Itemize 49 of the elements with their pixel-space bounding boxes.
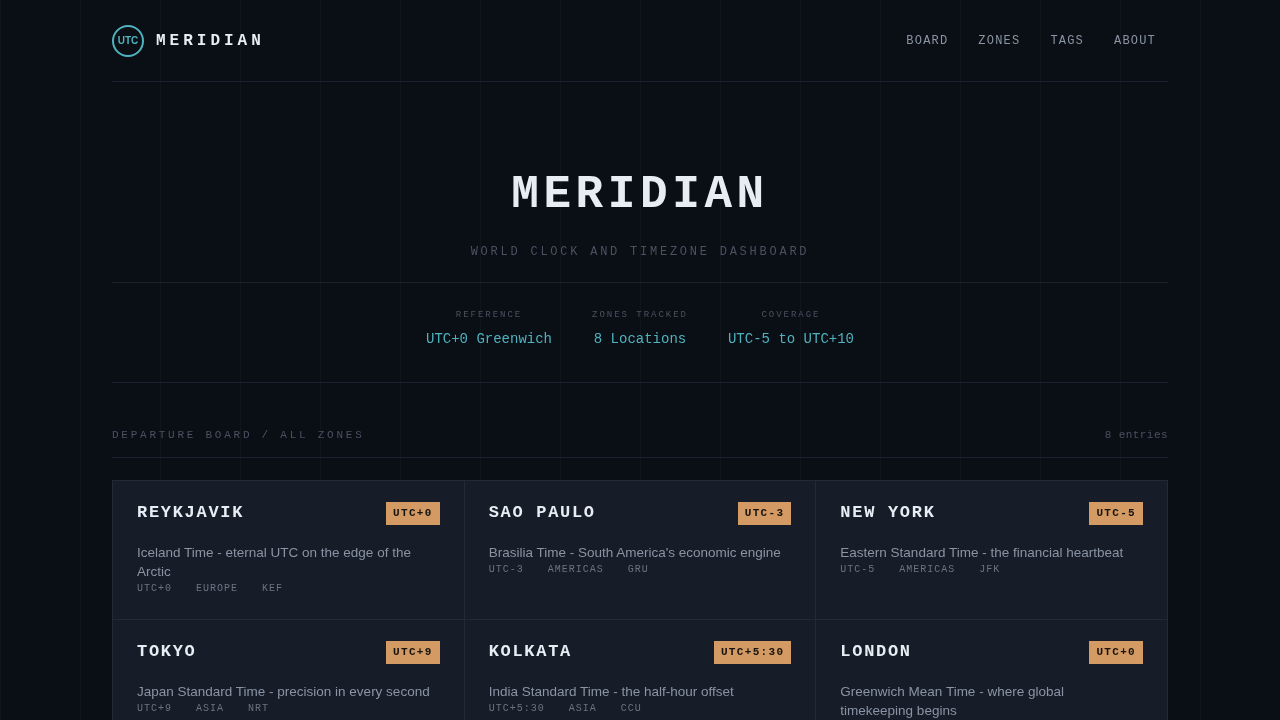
zone-attribute: UTC+5:30 bbox=[488, 701, 545, 716]
zone-description: Brasilia Time - South America's economic engine bbox=[488, 543, 782, 562]
hero-title: MERIDIAN bbox=[511, 168, 769, 222]
stat-label: REFERENCE bbox=[455, 309, 523, 321]
zone-description: Japan Standard Time - precision in every second bbox=[137, 682, 431, 701]
nav-link[interactable]: BOARD bbox=[894, 25, 961, 56]
zone-attribute: AMERICAS bbox=[899, 562, 956, 577]
city-name: LONDON bbox=[840, 641, 912, 663]
section-title: DEPARTURE BOARD / ALL ZONES bbox=[112, 428, 365, 443]
zone-description: Iceland Time - eternal UTC on the edge of the Arctic bbox=[137, 543, 412, 581]
stat-label: ZONES TRACKED bbox=[592, 309, 688, 321]
zone-attribute: UTC+0 bbox=[137, 581, 172, 596]
zone-attribute: CCU bbox=[620, 701, 642, 716]
timezone-offset: UTC-3 bbox=[737, 501, 792, 525]
city-name: NEW YORK bbox=[840, 502, 936, 524]
nav-link[interactable]: ZONES bbox=[966, 25, 1033, 56]
zone-attribute: UTC-3 bbox=[488, 562, 524, 577]
city-name: REYKJAVIK bbox=[137, 502, 245, 524]
city-name: SAO PAULO bbox=[488, 502, 596, 524]
entry-count: 8 entries bbox=[1104, 428, 1168, 443]
timezone-offset: UTC+0 bbox=[386, 501, 440, 525]
nav-link[interactable]: ABOUT bbox=[1102, 25, 1168, 56]
zone-attribute: UTC+9 bbox=[137, 701, 172, 716]
timezone-offset: UTC-5 bbox=[1089, 501, 1143, 525]
hero-subtitle: WORLD CLOCK AND TIMEZONE DASHBOARD bbox=[470, 244, 810, 260]
brand-name: MERIDIAN bbox=[156, 30, 265, 52]
logo-mark: UTC bbox=[112, 24, 144, 57]
stat-value: UTC-5 to UTC+10 bbox=[727, 330, 854, 348]
zone-description: India Standard Time - the half-hour offset bbox=[488, 682, 735, 701]
zone-description: Eastern Standard Time - the financial heartbeat bbox=[840, 543, 1125, 562]
stat-label: COVERAGE bbox=[761, 309, 821, 321]
timezone-offset: UTC+9 bbox=[386, 640, 440, 664]
zone-attribute: GRU bbox=[627, 562, 649, 577]
zone-description: Greenwich Mean Time - where global timekeeping begins bbox=[840, 682, 1065, 720]
zone-attribute: KEF bbox=[262, 581, 284, 596]
nav-link[interactable]: TAGS bbox=[1038, 25, 1096, 56]
zone-attribute: ASIA bbox=[568, 701, 597, 716]
zone-attribute: JFK bbox=[979, 562, 1001, 577]
stat-value: 8 Locations bbox=[593, 330, 687, 348]
zone-attribute: EUROPE bbox=[196, 581, 239, 596]
zone-attribute: ASIA bbox=[196, 701, 225, 716]
timezone-offset: UTC+0 bbox=[1089, 640, 1143, 664]
zone-attribute: NRT bbox=[248, 701, 270, 716]
zone-attribute: UTC-5 bbox=[840, 562, 876, 577]
stat-value: UTC+0 Greenwich bbox=[426, 330, 552, 348]
timezone-offset: UTC+5:30 bbox=[713, 640, 792, 664]
city-name: TOKYO bbox=[137, 641, 197, 663]
zone-attribute: AMERICAS bbox=[547, 562, 604, 577]
city-name: KOLKATA bbox=[488, 641, 572, 663]
